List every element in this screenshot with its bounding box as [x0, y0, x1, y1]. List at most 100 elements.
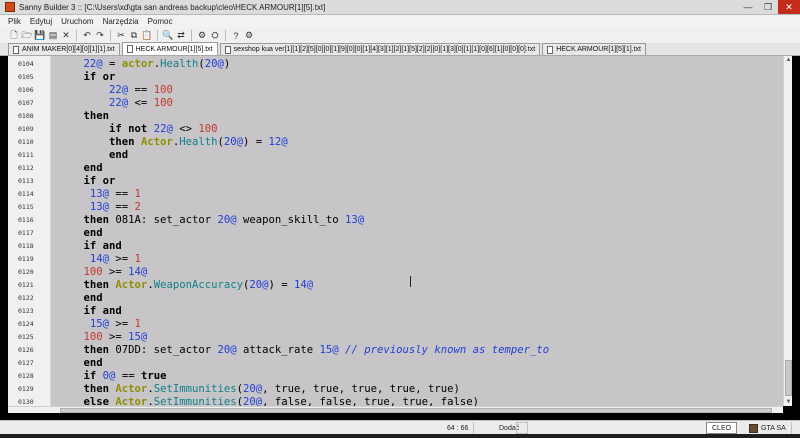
game-selector[interactable]: GTA SA: [744, 422, 792, 434]
code-editor[interactable]: 0104 0105 0106 0107 0108 0109 0110 0111 0112 0113…: [8, 56, 783, 406]
line-number: 0127: [18, 359, 34, 367]
code-line: 22@ <= 100: [58, 97, 173, 110]
horizontal-scrollbar[interactable]: [8, 406, 783, 413]
code-token-var: 20@: [223, 136, 244, 148]
save-all-icon[interactable]: ▤: [47, 30, 59, 42]
window-controls: — ❐ ✕: [738, 0, 800, 14]
code-token-var: 0@: [102, 370, 116, 382]
code-token-kw: then: [83, 279, 110, 291]
line-number: 0128: [18, 372, 34, 380]
code-token-var: 20@: [243, 396, 263, 406]
code-token-op: ==: [115, 370, 141, 382]
code-line: 15@ >= 1: [58, 318, 141, 331]
code-token-kw: if or: [83, 71, 116, 83]
code-token-op: >=: [109, 318, 135, 330]
toolbar-separator: [191, 30, 192, 41]
line-number: 0122: [18, 294, 34, 302]
line-number: 0129: [18, 385, 34, 393]
open-folder-icon[interactable]: 🗁: [21, 30, 33, 42]
title-bar: Sanny Builder 3 :: [C:\Users\xd\gta san …: [0, 0, 800, 15]
close-button[interactable]: ✕: [778, 0, 800, 14]
vertical-scrollbar[interactable]: ▲ ▼: [783, 56, 792, 406]
window-title: Sanny Builder 3 :: [C:\Users\xd\gta san …: [19, 2, 326, 12]
line-number: 0119: [18, 255, 34, 263]
gta-sa-icon: [749, 423, 758, 433]
code-token-op: ==: [109, 188, 135, 200]
code-token-var: 15@: [319, 344, 339, 356]
code-line: then 07DD: set_actor 20@ attack_rate 15@…: [58, 344, 550, 357]
tab-file-2[interactable]: sexshop kua ver[1][1][2][5][0][0][1][9][…: [219, 43, 541, 55]
copy-icon[interactable]: ⧉: [128, 30, 140, 42]
find-icon[interactable]: 🔍: [162, 30, 174, 42]
toolbar-separator: [110, 30, 111, 41]
code-token-meth: Health: [179, 136, 218, 148]
line-number: 0121: [18, 281, 34, 289]
code-line: 100 >= 14@: [58, 266, 148, 279]
paste-icon[interactable]: 📋: [141, 30, 153, 42]
cut-icon[interactable]: ✂: [115, 30, 127, 42]
help-icon[interactable]: ?: [230, 30, 242, 42]
code-token-var: 20@: [217, 214, 237, 226]
menu-edytuj[interactable]: Edytuj: [30, 17, 52, 26]
vertical-scroll-thumb[interactable]: [785, 360, 792, 396]
cleo-badge[interactable]: CLEO: [706, 422, 738, 434]
code-token-num: 1: [134, 253, 141, 265]
decompile-icon[interactable]: ⛭: [209, 30, 221, 42]
line-number: 0113: [18, 177, 34, 185]
code-token-op: ) =: [268, 279, 295, 291]
code-token-var: 13@: [89, 201, 110, 213]
menu-bar: Plik Edytuj Uruchom Narzędzia Pomoc: [0, 15, 800, 28]
close-file-icon[interactable]: ✕: [60, 30, 72, 42]
save-icon[interactable]: 💾: [34, 30, 46, 42]
code-token-cmt: // previously known as temper_to: [345, 344, 550, 356]
code-token-plain: weapon_skill_to: [236, 214, 346, 226]
code-token-cls: actor: [121, 58, 154, 70]
undo-icon[interactable]: ↶: [81, 30, 93, 42]
new-file-icon[interactable]: 🗋: [8, 30, 20, 42]
minimize-button[interactable]: —: [738, 0, 758, 14]
code-token-meth: Health: [160, 58, 199, 70]
line-number: 0106: [18, 86, 34, 94]
code-token-num: 100: [153, 84, 173, 96]
replace-icon[interactable]: ⇄: [175, 30, 187, 42]
code-token-var: 20@: [243, 383, 263, 395]
code-token-kw: then: [83, 344, 110, 356]
compile-icon[interactable]: ⚙: [196, 30, 208, 42]
code-token-plain: 07DD: set_actor: [109, 344, 218, 356]
code-token-kw: if: [83, 370, 97, 382]
code-token-var: 22@: [109, 97, 129, 109]
settings-icon[interactable]: ⚙: [243, 30, 255, 42]
menu-pomoc[interactable]: Pomoc: [148, 17, 173, 26]
code-token-op: =: [102, 58, 122, 70]
document-icon: [13, 45, 19, 54]
code-token-op: ==: [128, 84, 154, 96]
maximize-button[interactable]: ❐: [758, 0, 778, 14]
horizontal-scroll-thumb[interactable]: [60, 408, 772, 413]
code-area[interactable]: 22@ = actor.Health(20@) if or 22@ == 100…: [58, 56, 783, 406]
toolbar-separator: [157, 30, 158, 41]
code-line: 22@ = actor.Health(20@): [58, 58, 231, 71]
code-token-var: 14@: [89, 253, 110, 265]
menu-uruchom[interactable]: Uruchom: [61, 17, 93, 26]
redo-icon[interactable]: ↷: [94, 30, 106, 42]
menu-plik[interactable]: Plik: [8, 17, 21, 26]
menu-narzedzia[interactable]: Narzędzia: [103, 17, 139, 26]
tab-file-3[interactable]: HECK ARMOUR[1][5][1].txt: [542, 43, 647, 55]
code-token-kw: end: [109, 149, 129, 161]
tab-file-0[interactable]: ANIM MAKER[0][4][0][1][1].txt: [8, 43, 120, 55]
status-bar: 64 : 66 Dodać CLEO GTA SA: [0, 420, 800, 434]
code-token-kw: if and: [83, 305, 122, 317]
tab-file-1[interactable]: HECK ARMOUR[1][5].txt: [121, 42, 218, 55]
code-token-var: 20@: [249, 279, 269, 291]
